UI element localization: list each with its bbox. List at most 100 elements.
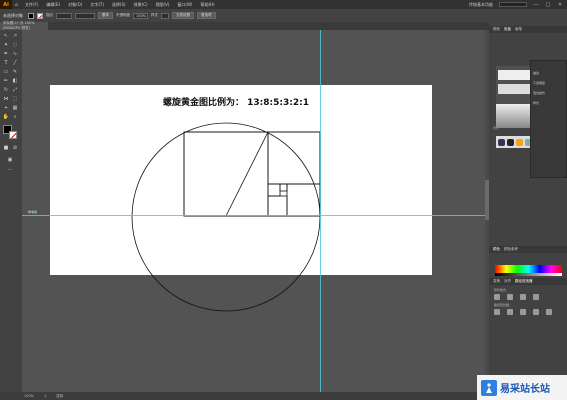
document-setup-button[interactable]: 文档设置 (172, 12, 194, 19)
pen-tool-icon[interactable]: ✒ (2, 50, 10, 58)
tab-color-guide[interactable]: 颜色参考 (504, 247, 518, 252)
opacity-label[interactable]: 不透明度 (116, 13, 130, 18)
tab-transform[interactable]: 变换 (493, 279, 500, 284)
style-label[interactable]: 样式 (151, 13, 158, 18)
maximize-button[interactable]: □ (545, 2, 551, 8)
menu-help[interactable]: 帮助(H) (196, 2, 218, 8)
zoom-level[interactable]: 100% (24, 394, 34, 398)
type-tool-icon[interactable]: T (2, 59, 10, 67)
square-5[interactable] (286, 183, 321, 217)
square-3[interactable] (267, 195, 288, 217)
symbol-item[interactable] (507, 138, 514, 146)
brush-basic-select[interactable]: 基本 (98, 12, 113, 19)
tab-pathfinder[interactable]: 路径查找器 (515, 279, 533, 284)
tab-align[interactable]: 对齐 (504, 279, 511, 284)
intersect-icon[interactable] (520, 294, 526, 300)
tab-color-2[interactable]: 颜色 (493, 247, 500, 252)
menu-file[interactable]: 文件(F) (21, 2, 42, 8)
none-mode-icon[interactable]: ⊘ (11, 144, 19, 152)
stroke-label[interactable]: 描边 (46, 13, 53, 18)
unite-icon[interactable] (494, 294, 500, 300)
square-2[interactable] (267, 183, 281, 197)
preferences-button[interactable]: 首选项 (197, 12, 216, 19)
gradient-tool-icon[interactable]: ▦ (11, 104, 19, 112)
diagonal-line[interactable] (225, 131, 269, 217)
menu-object[interactable]: 对象(O) (64, 2, 86, 8)
opacity-field[interactable]: 100% (133, 12, 148, 19)
symbol-item[interactable] (498, 138, 505, 146)
appearance-row[interactable]: 不透明度 (533, 81, 545, 85)
menu-select[interactable]: 选择(S) (108, 2, 130, 8)
search-input[interactable] (499, 2, 527, 7)
eyedropper-tool-icon[interactable]: ⌖ (2, 104, 10, 112)
variable-width-select[interactable] (75, 12, 95, 19)
more-tools-icon[interactable]: ⋯ (6, 166, 14, 174)
menu-type[interactable]: 文字(T) (86, 2, 108, 8)
brush-row[interactable] (498, 70, 530, 80)
horizontal-guide[interactable] (22, 215, 489, 216)
color-mode-icon[interactable]: ■ (2, 144, 10, 152)
appearance-row[interactable]: 样式 (533, 101, 539, 105)
crop-icon[interactable] (533, 309, 539, 315)
fill-swatch[interactable] (28, 12, 34, 19)
close-button[interactable]: ✕ (557, 2, 563, 8)
minus-front-icon[interactable] (507, 294, 513, 300)
square-8[interactable] (267, 131, 321, 185)
color-spectrum[interactable] (495, 265, 562, 273)
tab-brushes[interactable]: 画笔 (515, 27, 522, 32)
canvas-area[interactable]: 螺旋黄金图比例为： 13:8:5:3:2:1 参考线 (22, 30, 489, 392)
document-tab[interactable]: 未标题-1* @ 100% (RGB/GPU 预览) (0, 21, 48, 30)
menu-edit[interactable]: 编辑(E) (42, 2, 64, 8)
appearance-row[interactable]: 混合模式 (533, 91, 545, 95)
rectangle-tool-icon[interactable]: ▭ (2, 68, 10, 76)
eraser-tool-icon[interactable]: ◧ (11, 77, 19, 85)
magic-wand-tool-icon[interactable]: ✦ (2, 41, 10, 49)
artboard-navigator[interactable]: 1 (44, 394, 46, 398)
symbol-item[interactable] (516, 138, 523, 146)
trim-icon[interactable] (507, 309, 513, 315)
lasso-tool-icon[interactable]: ◌ (11, 41, 19, 49)
stroke-color-icon[interactable] (9, 131, 17, 139)
divide-icon[interactable] (494, 309, 500, 315)
exclude-icon[interactable] (533, 294, 539, 300)
menu-view[interactable]: 视图(V) (152, 2, 174, 8)
outline-icon[interactable] (546, 309, 552, 315)
curvature-tool-icon[interactable]: ∿ (11, 50, 19, 58)
square-13[interactable] (183, 131, 269, 217)
tab-swatches[interactable]: 色板 (504, 27, 511, 32)
rotate-tool-icon[interactable]: ↻ (2, 86, 10, 94)
scale-tool-icon[interactable]: ⤢ (11, 86, 19, 94)
width-tool-icon[interactable]: ⋈ (2, 95, 10, 103)
appearance-row[interactable]: 描边 (533, 71, 539, 75)
brush-row[interactable] (498, 84, 530, 94)
workspace-switcher[interactable]: 传统基本功能 (469, 2, 493, 8)
minimize-button[interactable]: — (533, 2, 539, 8)
square-1[interactable] (279, 183, 288, 192)
style-select[interactable] (161, 12, 169, 19)
outer-golden-rect[interactable] (183, 131, 321, 217)
selection-tool-icon[interactable]: ↖ (2, 32, 10, 40)
golden-spiral-artwork[interactable] (22, 30, 489, 392)
shape-mode-buttons (494, 294, 539, 300)
merge-icon[interactable] (520, 309, 526, 315)
pencil-tool-icon[interactable]: ✏ (2, 77, 10, 85)
menu-window[interactable]: 窗口(W) (173, 2, 196, 8)
line-tool-icon[interactable]: ╱ (11, 59, 19, 67)
free-transform-tool-icon[interactable]: ⬚ (11, 95, 19, 103)
paintbrush-tool-icon[interactable]: ✎ (11, 68, 19, 76)
tab-color[interactable]: 颜色 (493, 27, 500, 32)
grey-ramp[interactable] (495, 273, 562, 276)
illustrator-window: Ai ⌂ 文件(F) 编辑(E) 对象(O) 文字(T) 选择(S) 效果(C)… (0, 0, 567, 400)
screen-mode-icon[interactable]: ▣ (6, 156, 14, 164)
hand-tool-icon[interactable]: ✋ (2, 113, 10, 121)
vertical-guide[interactable] (320, 30, 321, 392)
tools-panel: ↖ ↗ ✦ ◌ ✒ ∿ T ╱ ▭ ✎ ✏ ◧ ↻ ⤢ ⋈ ⬚ ⌖ ▦ ✋ ⌕ … (0, 30, 22, 392)
menu-effect[interactable]: 效果(C) (130, 2, 152, 8)
golden-circle[interactable] (131, 122, 321, 312)
home-icon[interactable]: ⌂ (12, 0, 21, 9)
stroke-swatch[interactable] (37, 12, 43, 19)
zoom-tool-icon[interactable]: ⌕ (11, 113, 19, 121)
direct-selection-tool-icon[interactable]: ↗ (11, 32, 19, 40)
gradient-swatch[interactable] (496, 104, 532, 128)
stroke-weight-field[interactable] (56, 12, 72, 19)
